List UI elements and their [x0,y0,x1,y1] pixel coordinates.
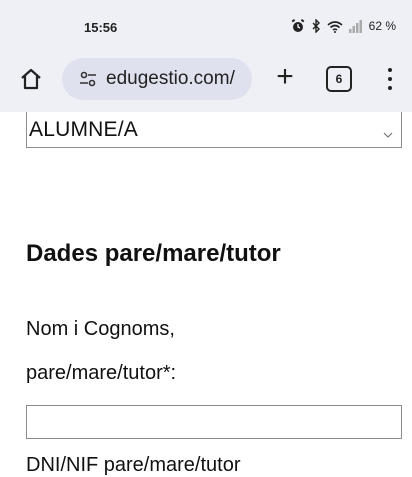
battery-text: 62 % [368,19,396,33]
address-bar[interactable]: edugestio.com/ [62,58,252,100]
role-select-value: ALUMNE/A [29,118,138,141]
browser-toolbar: edugestio.com/ + 6 [0,56,412,102]
role-select[interactable]: ALUMNE/A [26,112,402,148]
dni-field-label: DNI/NIF pare/mare/tutor [26,454,241,476]
wifi-icon [327,20,343,33]
alarm-icon [291,19,305,33]
parent-name-input[interactable] [26,405,402,439]
site-settings-icon[interactable] [78,69,98,89]
name-field-label-line2: pare/mare/tutor*: [26,362,177,384]
url-text: edugestio.com/ [106,68,235,89]
section-title: Dades pare/mare/tutor [26,240,281,267]
more-menu-icon[interactable] [386,68,394,92]
home-icon[interactable] [18,66,46,94]
bluetooth-icon [311,19,321,33]
tab-switcher-button[interactable]: 6 [326,66,352,92]
chevron-down-icon [383,126,393,138]
browser-chrome: 15:56 62 % edugestio.com/ + 6 [0,0,412,112]
signal-icon [348,19,363,33]
status-icons: 62 % [291,19,396,33]
status-time: 15:56 [84,20,118,35]
name-field-label: Nom i Cognoms, [26,318,175,340]
new-tab-button[interactable]: + [270,62,300,92]
